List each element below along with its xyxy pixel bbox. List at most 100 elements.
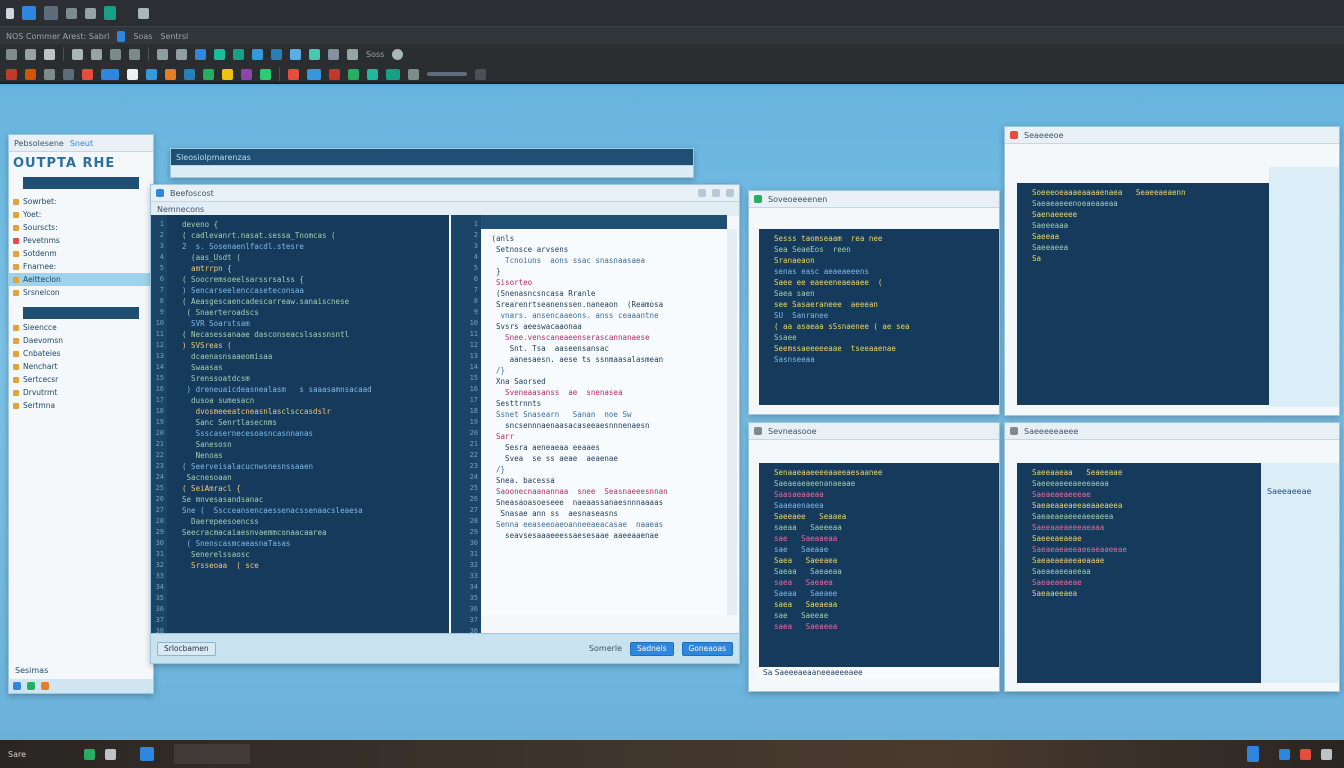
list-item[interactable]: Sertmna xyxy=(9,399,153,412)
cut-icon[interactable] xyxy=(44,48,55,60)
window-blue-icon[interactable] xyxy=(307,68,321,80)
list-item[interactable]: Sourscts: xyxy=(9,221,153,234)
close-icon[interactable] xyxy=(44,68,55,80)
tab-icon[interactable] xyxy=(66,7,77,19)
tab-left-2[interactable]: Sneut xyxy=(70,139,93,148)
network-icon[interactable] xyxy=(1247,746,1259,762)
find-icon[interactable] xyxy=(157,48,168,60)
leaf-icon[interactable] xyxy=(348,68,359,80)
layout-icon[interactable] xyxy=(290,48,301,60)
build-icon[interactable] xyxy=(252,48,263,60)
bookmark-icon[interactable] xyxy=(63,68,74,80)
screen-icon[interactable] xyxy=(386,68,400,80)
stop-icon[interactable] xyxy=(233,48,244,60)
rewind-icon[interactable] xyxy=(127,68,138,80)
terminal-window-2-content[interactable]: Soeeeoeaaaeaaaaenaea Seaeeaeaenn Saeaeae… xyxy=(1017,183,1275,405)
battery-icon[interactable] xyxy=(1321,748,1332,760)
toolbar-label-1[interactable]: Soss xyxy=(366,50,384,59)
play-icon[interactable] xyxy=(82,68,93,80)
menu-item-1[interactable]: Soas xyxy=(133,32,152,41)
list-item[interactable]: Drvutrmt xyxy=(9,386,153,399)
volume-icon[interactable] xyxy=(1300,748,1311,760)
tab-icon-2[interactable] xyxy=(85,7,96,19)
monitor-icon[interactable] xyxy=(367,68,378,80)
terminal-icon[interactable] xyxy=(84,748,96,760)
stop-red-icon[interactable] xyxy=(288,68,299,80)
tab-icon-3[interactable] xyxy=(104,6,116,20)
scrollbar[interactable] xyxy=(727,229,737,615)
maximize-icon[interactable] xyxy=(712,189,720,197)
code-pane-right[interactable]: (anls Setnosce arvsens Tcnoiuns aons ssa… xyxy=(481,229,727,615)
save-icon[interactable] xyxy=(25,48,36,60)
status-icon[interactable] xyxy=(27,682,35,690)
line-number: 28 xyxy=(155,517,164,525)
new-icon[interactable] xyxy=(6,68,17,80)
list-item[interactable]: Cnbateies xyxy=(9,347,153,360)
grid-icon[interactable] xyxy=(328,48,339,60)
deploy-icon[interactable] xyxy=(271,48,282,60)
mail-icon[interactable] xyxy=(1279,748,1290,760)
list-item[interactable]: Sotdenm xyxy=(9,247,153,260)
sync-icon[interactable] xyxy=(117,30,126,42)
help-icon[interactable] xyxy=(392,48,404,60)
slider-icon[interactable] xyxy=(427,72,467,76)
terminal-window-4-content[interactable]: Saeeaaeaa Seaeeaae Saeeeaeeeaeeeaeaa Sae… xyxy=(1017,463,1269,683)
start-button[interactable]: Sare xyxy=(0,750,34,759)
menu-text[interactable]: NOS Commer Arest: Sabrl xyxy=(6,32,109,41)
palette-icon[interactable] xyxy=(241,68,252,80)
image-icon[interactable] xyxy=(165,68,176,80)
list-item[interactable]: Yoet: xyxy=(9,208,153,221)
forward-icon[interactable] xyxy=(146,68,157,80)
split-icon[interactable] xyxy=(309,48,320,60)
tab-icon-4[interactable] xyxy=(138,7,149,19)
close-icon[interactable] xyxy=(726,189,734,197)
copy-icon[interactable] xyxy=(72,48,83,60)
settings-icon[interactable] xyxy=(347,48,358,60)
record-icon[interactable] xyxy=(101,68,119,80)
status-left-button[interactable]: Srlocbamen xyxy=(157,641,216,656)
status-icon[interactable] xyxy=(41,682,49,690)
tab-left-1[interactable]: Pebsolesene xyxy=(14,139,64,148)
terminal-window-3-title: Sevneasooe xyxy=(768,426,817,436)
run-icon[interactable] xyxy=(195,48,206,60)
list-item[interactable]: Sieencce xyxy=(9,321,153,334)
open-icon[interactable] xyxy=(25,68,36,80)
debug-icon[interactable] xyxy=(214,48,225,60)
terminal-window-3-content[interactable]: Senaaeaaeeeeaaeeaesaanee Saeaeaeaeenanae… xyxy=(759,463,999,667)
zoom-icon[interactable] xyxy=(408,68,419,80)
list-item[interactable]: Fnarnee: xyxy=(9,260,153,273)
file-icon[interactable] xyxy=(6,48,17,60)
list-item[interactable]: Srsnelcon xyxy=(9,286,153,299)
undo-icon[interactable] xyxy=(110,48,121,60)
list-item[interactable]: Sertcecsr xyxy=(9,373,153,386)
line-number: 6 xyxy=(159,275,164,283)
list-item[interactable]: Nenchart xyxy=(9,360,153,373)
status-icon[interactable] xyxy=(13,682,21,690)
taskbar-task[interactable] xyxy=(174,744,251,764)
chart-icon[interactable] xyxy=(260,68,271,80)
menu-item-2[interactable]: Sentrsl xyxy=(160,32,188,41)
tab-main[interactable]: Nemnecons xyxy=(157,205,204,214)
code-pane-left[interactable]: deveno { ( cadlevanrt.nasat.sessa_Tnomca… xyxy=(167,215,449,635)
replace-icon[interactable] xyxy=(176,48,187,60)
window-icon[interactable] xyxy=(44,6,58,20)
paste-icon[interactable] xyxy=(91,48,102,60)
minimize-icon[interactable] xyxy=(698,189,706,197)
panel-icon[interactable] xyxy=(184,68,195,80)
app-icon[interactable] xyxy=(22,6,36,20)
expand-icon[interactable] xyxy=(475,68,486,80)
list-item-selected[interactable]: Aeitteclon xyxy=(9,273,153,286)
layer-icon[interactable] xyxy=(222,68,233,80)
files-icon[interactable] xyxy=(105,748,117,760)
tool-icon[interactable] xyxy=(203,68,214,80)
list-item[interactable]: Sowrbet: xyxy=(9,195,153,208)
tag-icon[interactable] xyxy=(329,68,340,80)
terminal-window-1-content[interactable]: Sesss taomseaam rea nee Sea SeaeEos reen… xyxy=(759,229,999,405)
status-button-2[interactable]: Goneaoas xyxy=(681,641,733,656)
redo-icon[interactable] xyxy=(129,48,140,60)
browser-icon[interactable] xyxy=(140,747,155,761)
list-item[interactable]: Daevomsn xyxy=(9,334,153,347)
list-item[interactable]: Pevetnms xyxy=(9,234,153,247)
status-button-1[interactable]: Sadnels xyxy=(630,641,674,656)
app-menu-icon[interactable] xyxy=(6,7,14,19)
